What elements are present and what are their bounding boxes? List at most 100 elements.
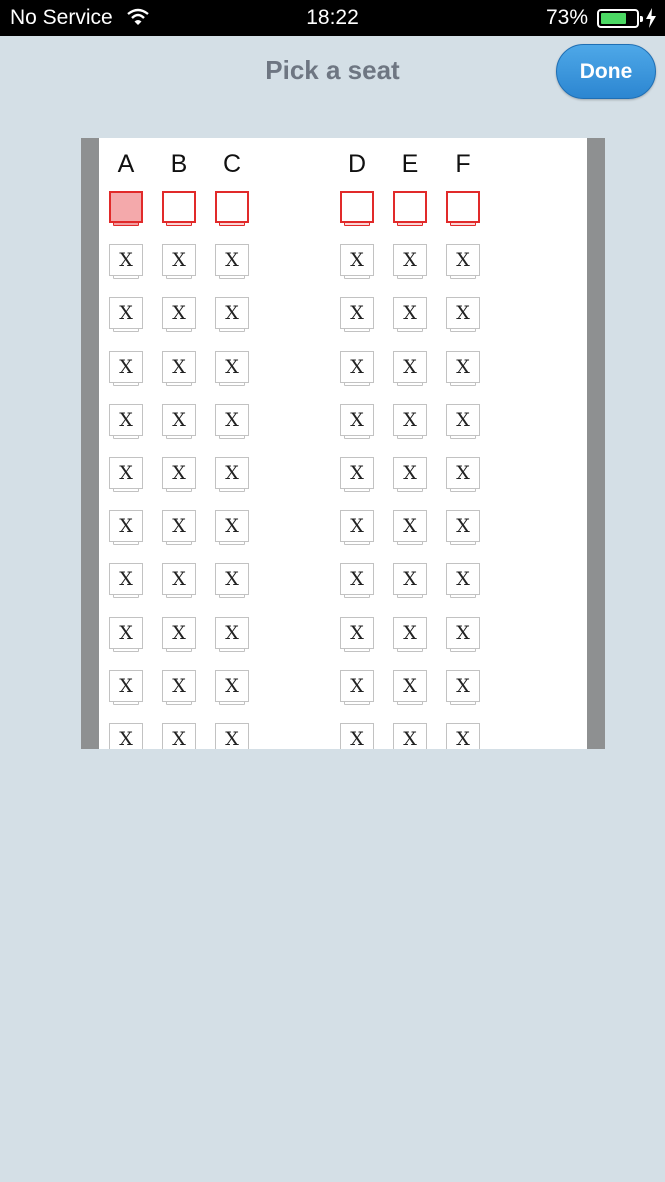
seat-cushion bbox=[344, 594, 370, 598]
seat-cushion bbox=[397, 541, 423, 545]
seat-back: X bbox=[393, 404, 427, 436]
seat-cushion bbox=[344, 701, 370, 705]
seat-cushion bbox=[450, 275, 476, 279]
seat-cushion bbox=[344, 222, 370, 226]
seat-cushion bbox=[219, 435, 245, 439]
seat-back: X bbox=[109, 563, 143, 595]
seat-back: X bbox=[162, 457, 196, 489]
seat-back: X bbox=[109, 351, 143, 383]
seat-2f: X bbox=[445, 244, 481, 280]
seat-cushion bbox=[113, 488, 139, 492]
seat-cushion bbox=[113, 275, 139, 279]
seat-cushion bbox=[344, 328, 370, 332]
seat-back: X bbox=[215, 457, 249, 489]
seat-1b[interactable] bbox=[161, 191, 197, 227]
seat-cushion bbox=[219, 382, 245, 386]
seat-back: X bbox=[109, 617, 143, 649]
seat-1a[interactable] bbox=[108, 191, 144, 227]
seat-9a: X bbox=[108, 617, 144, 653]
seat-5b: X bbox=[161, 404, 197, 440]
seat-2e: X bbox=[392, 244, 428, 280]
seat-back bbox=[393, 191, 427, 223]
seat-9c: X bbox=[214, 617, 250, 653]
seat-3f: X bbox=[445, 297, 481, 333]
seat-3e: X bbox=[392, 297, 428, 333]
seat-back: X bbox=[215, 723, 249, 749]
seat-back: X bbox=[215, 404, 249, 436]
seat-back: X bbox=[340, 563, 374, 595]
seat-back: X bbox=[446, 563, 480, 595]
seat-4c: X bbox=[214, 351, 250, 387]
seat-back: X bbox=[446, 457, 480, 489]
seat-back: X bbox=[340, 670, 374, 702]
seat-11a: X bbox=[108, 723, 144, 749]
charging-bolt-icon bbox=[646, 8, 656, 28]
seat-cushion bbox=[344, 541, 370, 545]
seat-back: X bbox=[215, 670, 249, 702]
seat-back: X bbox=[446, 510, 480, 542]
seat-cushion bbox=[397, 701, 423, 705]
seat-cushion bbox=[166, 701, 192, 705]
seat-cushion bbox=[219, 701, 245, 705]
seat-3a: X bbox=[108, 297, 144, 333]
seat-back: X bbox=[109, 244, 143, 276]
battery-icon bbox=[597, 9, 643, 28]
seat-cushion bbox=[219, 648, 245, 652]
seat-cushion bbox=[113, 382, 139, 386]
seat-cushion bbox=[113, 435, 139, 439]
seat-cushion bbox=[450, 382, 476, 386]
seat-cushion bbox=[344, 382, 370, 386]
seat-cushion bbox=[113, 541, 139, 545]
seat-cushion bbox=[219, 594, 245, 598]
seat-cushion bbox=[450, 435, 476, 439]
seat-cushion bbox=[397, 382, 423, 386]
seat-cushion bbox=[166, 648, 192, 652]
column-label-e: E bbox=[401, 150, 419, 178]
seat-5e: X bbox=[392, 404, 428, 440]
seat-7c: X bbox=[214, 510, 250, 546]
seat-cushion bbox=[397, 648, 423, 652]
seat-5d: X bbox=[339, 404, 375, 440]
done-button[interactable]: Done bbox=[556, 44, 656, 99]
seat-1d[interactable] bbox=[339, 191, 375, 227]
seat-6a: X bbox=[108, 457, 144, 493]
seat-1f[interactable] bbox=[445, 191, 481, 227]
seat-9b: X bbox=[161, 617, 197, 653]
seat-6c: X bbox=[214, 457, 250, 493]
seat-back: X bbox=[446, 244, 480, 276]
seat-cushion bbox=[397, 275, 423, 279]
seat-back: X bbox=[340, 351, 374, 383]
seat-4f: X bbox=[445, 351, 481, 387]
seat-7d: X bbox=[339, 510, 375, 546]
seat-4a: X bbox=[108, 351, 144, 387]
seat-1c[interactable] bbox=[214, 191, 250, 227]
column-label-f: F bbox=[455, 150, 471, 178]
seat-5a: X bbox=[108, 404, 144, 440]
seat-cushion bbox=[166, 328, 192, 332]
seat-cushion bbox=[219, 275, 245, 279]
seat-6d: X bbox=[339, 457, 375, 493]
seat-back: X bbox=[162, 404, 196, 436]
seat-1e[interactable] bbox=[392, 191, 428, 227]
seat-cushion bbox=[219, 541, 245, 545]
seat-cushion bbox=[113, 328, 139, 332]
seat-6b: X bbox=[161, 457, 197, 493]
seat-10f: X bbox=[445, 670, 481, 706]
seat-back: X bbox=[340, 457, 374, 489]
seat-cushion bbox=[344, 648, 370, 652]
seat-back: X bbox=[393, 297, 427, 329]
seat-5c: X bbox=[214, 404, 250, 440]
seat-back: X bbox=[109, 457, 143, 489]
seat-cushion bbox=[166, 541, 192, 545]
battery-percent: 73% bbox=[546, 6, 589, 29]
seat-back: X bbox=[446, 404, 480, 436]
seat-11c: X bbox=[214, 723, 250, 749]
seat-cushion bbox=[166, 594, 192, 598]
seat-cushion bbox=[344, 275, 370, 279]
seat-cushion bbox=[397, 328, 423, 332]
seat-back: X bbox=[162, 723, 196, 749]
seat-5f: X bbox=[445, 404, 481, 440]
seat-back: X bbox=[340, 510, 374, 542]
seat-back: X bbox=[340, 297, 374, 329]
seat-back: X bbox=[162, 563, 196, 595]
